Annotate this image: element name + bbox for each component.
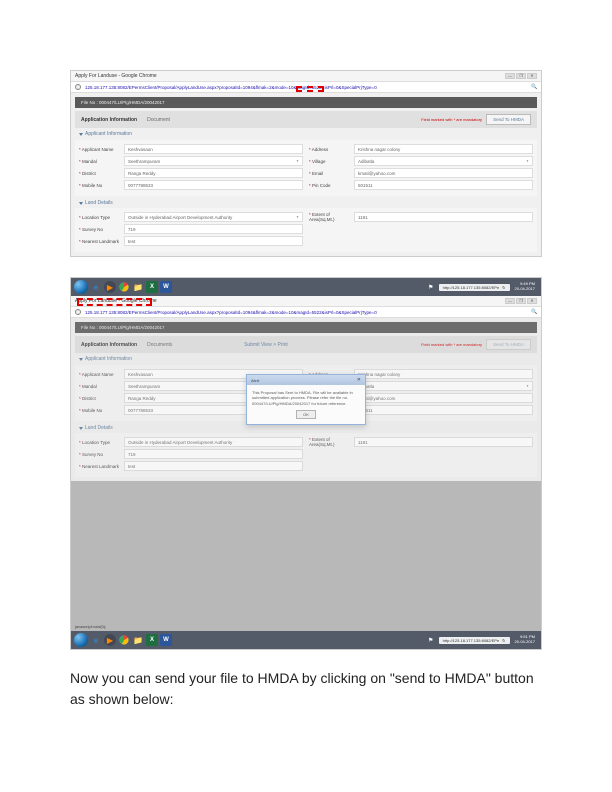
modal-ok-button[interactable]: OK	[296, 410, 316, 419]
label-village: * Village	[309, 159, 351, 164]
word-icon[interactable]: W	[160, 281, 172, 293]
field-district[interactable]: Ranga Reddy	[124, 168, 303, 178]
modal-titlebar: Alert ✕	[247, 375, 365, 385]
mandatory-note: Field marked with * are mandatory	[421, 117, 482, 122]
field-pincode[interactable]: 501511	[354, 180, 533, 190]
applicant-form-panel: * Applicant Name Keshvasaon * Address Kr…	[75, 140, 537, 196]
chevron-down-icon	[79, 202, 83, 205]
window-controls: — ❐ ✕	[505, 298, 537, 304]
minimize-button[interactable]: —	[505, 298, 515, 304]
field-landmark[interactable]: test	[124, 236, 303, 246]
window-titlebar: Apply For Landuse - Google Chrome — ❐ ✕	[71, 71, 541, 82]
modal-body: This Proposal has Sent to HMDA. File wil…	[247, 385, 365, 424]
minimize-button[interactable]: —	[505, 73, 515, 79]
maximize-button[interactable]: ❐	[516, 298, 526, 304]
highlight-file-no	[77, 298, 152, 306]
field-location-type[interactable]: Outside in Hyderabad Airport Development…	[124, 212, 303, 222]
taskbar-clock: 9:49 PM20-04-2017	[512, 282, 538, 292]
window-controls: — ❐ ✕	[505, 73, 537, 79]
taskbar-bottom: e ▶ 📁 X W ⚑ http://125.18.177.135:8082/E…	[71, 631, 541, 649]
field-email[interactable]: kmati@yahoo.com	[354, 168, 533, 178]
modal-close-icon[interactable]: ✕	[357, 377, 361, 383]
file-no-banner: File No : 000447/LU/Plg/HMDA/20042017	[75, 97, 537, 108]
dropdown-icon: ▼	[526, 159, 529, 163]
section-applicant-label: Applicant Information	[85, 131, 132, 137]
label-location-type: * Location Type	[79, 215, 121, 220]
field-address[interactable]: Krishna nagar colony	[354, 144, 533, 154]
maximize-button[interactable]: ❐	[516, 73, 526, 79]
tab-document[interactable]: Document	[147, 117, 170, 123]
page-content: File No : 000447/LU/Plg/HMDA/20042017 Ap…	[71, 318, 541, 481]
send-to-hmda-button[interactable]: Send To HMDA	[486, 114, 531, 125]
label-applicant-name: * Applicant Name	[79, 147, 121, 152]
label-extent: * Extent of Area(Sq.Mt.)	[309, 212, 351, 222]
url-bar: ⓘ 125.18.177.135:8082/EPermsClient/Propo…	[71, 307, 541, 318]
section-applicant-header[interactable]: Applicant Information	[75, 128, 537, 140]
field-mandal[interactable]: Seethrampuram▼	[124, 156, 303, 166]
ie-icon[interactable]: e	[90, 634, 102, 646]
taskbar-addr[interactable]: http://125.18.177.135:8082/EPe↻	[439, 284, 510, 291]
wmp-icon[interactable]: ▶	[104, 634, 116, 646]
url-text[interactable]: 125.18.177.135:8082/EPermsClient/Proposa…	[85, 310, 527, 315]
screenshot-after: e ▶ 📁 X W ⚑ http://125.18.177.135:8082/E…	[70, 277, 542, 650]
label-email: * Email	[309, 171, 351, 176]
label-mandal: * Mandal	[79, 159, 121, 164]
label-mobile: * Mobile No	[79, 183, 121, 188]
label-survey: * Survey No	[79, 227, 121, 232]
alert-modal: Alert ✕ This Proposal has Sent to HMDA. …	[246, 374, 366, 425]
excel-icon[interactable]: X	[146, 634, 158, 646]
label-pincode: * Pin Code	[309, 183, 351, 188]
flag-icon[interactable]: ⚑	[425, 281, 437, 293]
dropdown-icon: ▼	[296, 215, 299, 219]
refresh-icon: ↻	[502, 638, 505, 643]
taskbar-clock: 9:51 PM20-04-2017	[512, 635, 538, 645]
flag-icon[interactable]: ⚑	[425, 634, 437, 646]
search-icon[interactable]: 🔍	[531, 84, 537, 90]
section-land-header[interactable]: Land Details	[75, 196, 537, 208]
start-orb-icon[interactable]	[74, 280, 88, 294]
word-icon[interactable]: W	[160, 634, 172, 646]
chrome-icon[interactable]	[118, 634, 130, 646]
tab-application-info[interactable]: Application Information	[81, 117, 137, 123]
section-land-label: Land Details	[85, 200, 113, 206]
window-title: Apply For Landuse - Google Chrome	[75, 73, 157, 79]
field-survey[interactable]: 719	[124, 224, 303, 234]
highlight-url-segment	[296, 86, 324, 92]
tabs-bar: Application Information Document Field m…	[75, 111, 537, 128]
start-orb-icon[interactable]	[74, 633, 88, 647]
field-applicant-name[interactable]: Keshvasaon	[124, 144, 303, 154]
wmp-icon[interactable]: ▶	[104, 281, 116, 293]
ie-icon[interactable]: e	[90, 281, 102, 293]
field-extent[interactable]: 1191	[354, 212, 533, 222]
explorer-icon[interactable]: 📁	[132, 634, 144, 646]
chevron-down-icon	[79, 133, 83, 136]
chrome-icon[interactable]	[118, 281, 130, 293]
excel-icon[interactable]: X	[146, 281, 158, 293]
desktop-background: javascript:void(0);	[71, 481, 541, 631]
close-button[interactable]: ✕	[527, 73, 537, 79]
land-form-panel: * Location Type Outside in Hyderabad Air…	[75, 208, 537, 252]
explorer-icon[interactable]: 📁	[132, 281, 144, 293]
taskbar-top: e ▶ 📁 X W ⚑ http://125.18.177.135:8082/E…	[71, 278, 541, 296]
search-icon[interactable]: 🔍	[531, 309, 537, 315]
taskbar-addr[interactable]: http://125.18.177.135:8082/EPe↻	[439, 637, 510, 644]
modal-title-text: Alert	[251, 378, 259, 383]
label-landmark: * Nearest Landmark	[79, 239, 121, 244]
label-district: * District	[79, 171, 121, 176]
field-mobile[interactable]: 0077788533	[124, 180, 303, 190]
label-address: * Address	[309, 147, 351, 152]
site-info-icon[interactable]: ⓘ	[75, 309, 81, 315]
caption-text: Now you can send your file to HMDA by cl…	[70, 668, 542, 710]
site-info-icon[interactable]: ⓘ	[75, 84, 81, 90]
screenshot-before: Apply For Landuse - Google Chrome — ❐ ✕ …	[70, 70, 542, 257]
page-content: File No : 000447/LU/Plg/HMDA/20042017 Ap…	[71, 93, 541, 256]
refresh-icon: ↻	[502, 285, 505, 290]
modal-overlay: Alert ✕ This Proposal has Sent to HMDA. …	[71, 318, 541, 481]
dropdown-icon: ▼	[296, 159, 299, 163]
modal-message: This Proposal has Sent to HMDA. File wil…	[252, 390, 353, 405]
field-village[interactable]: Adibatla▼	[354, 156, 533, 166]
status-text: javascript:void(0);	[75, 624, 106, 629]
close-button[interactable]: ✕	[527, 298, 537, 304]
